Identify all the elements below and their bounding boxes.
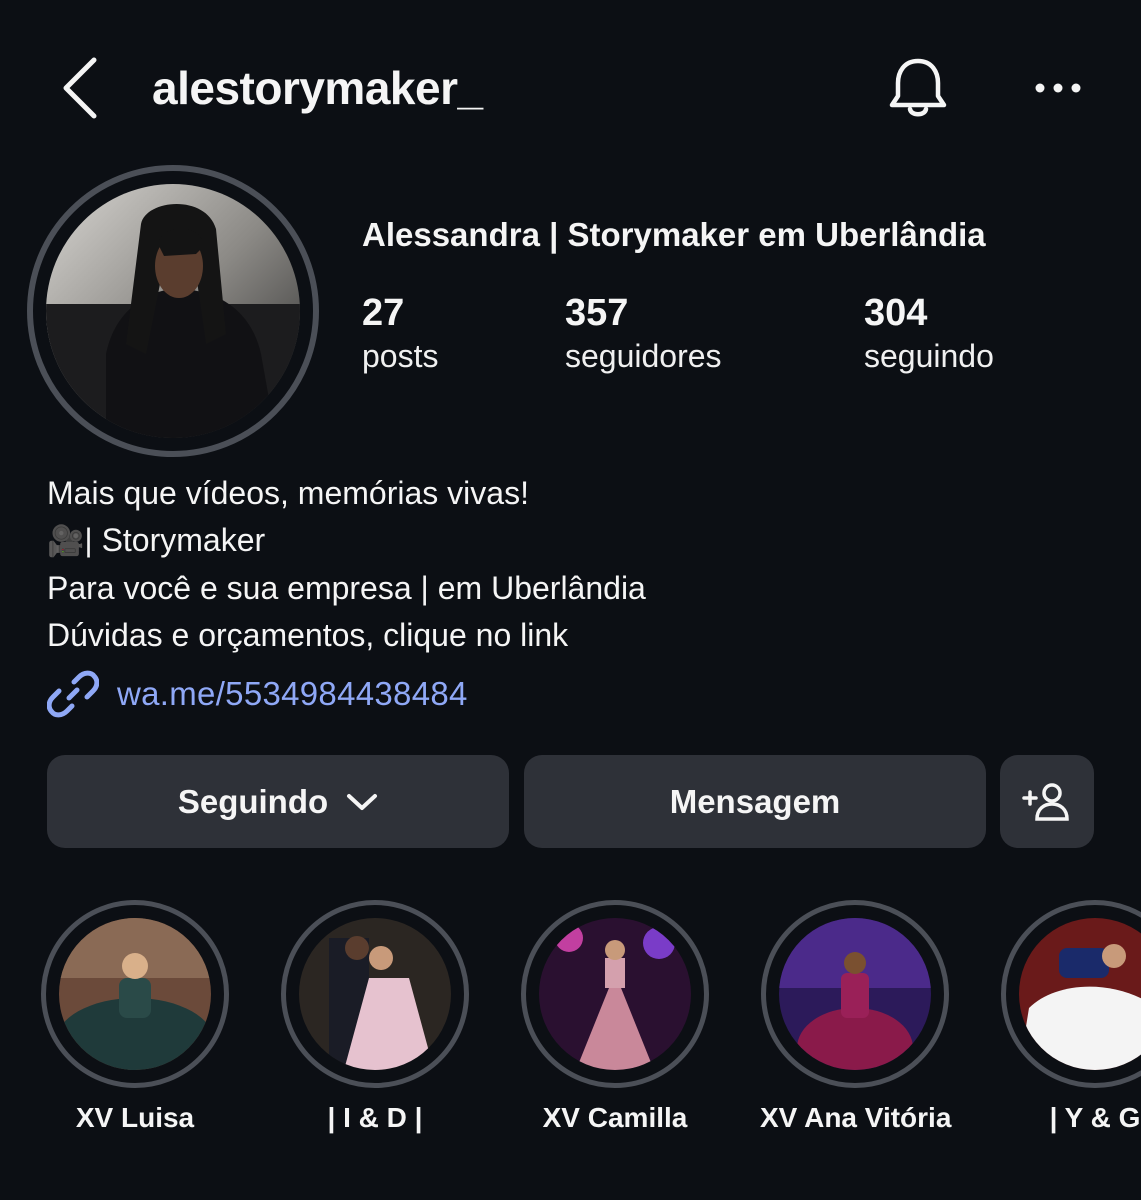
back-icon xyxy=(63,57,97,119)
highlight-2[interactable]: | I & D | xyxy=(280,900,470,1134)
highlight-5[interactable]: | Y & G xyxy=(1000,900,1141,1134)
notifications-button[interactable] xyxy=(884,56,952,124)
highlight-ring xyxy=(521,900,709,1088)
message-button-label: Mensagem xyxy=(669,782,841,820)
stat-posts-label: posts xyxy=(362,338,439,374)
profile-avatar[interactable] xyxy=(27,165,319,457)
suggested-people-button[interactable] xyxy=(1000,755,1094,848)
highlight-4[interactable]: XV Ana Vitória xyxy=(760,900,952,1134)
stat-following-count: 304 xyxy=(864,292,928,334)
link-icon xyxy=(47,670,99,718)
more-icon xyxy=(1035,83,1081,93)
add-person-icon xyxy=(1022,782,1069,821)
profile-bio: Mais que vídeos, memórias vivas! 🎥| Stor… xyxy=(47,470,646,658)
highlight-label: XV Ana Vitória xyxy=(760,1102,952,1133)
highlight-1[interactable]: XV Luisa xyxy=(40,900,230,1134)
stat-followers-count: 357 xyxy=(565,292,629,334)
bio-line-4: Dúvidas e orçamentos, clique no link xyxy=(47,616,569,653)
more-options-button[interactable] xyxy=(1030,66,1086,110)
stat-posts[interactable]: 27 posts xyxy=(362,290,438,376)
highlight-label: XV Camilla xyxy=(542,1102,688,1133)
profile-full-name: Alessandra | Storymaker em Uberlândia xyxy=(362,216,986,253)
highlight-cover xyxy=(59,918,211,1070)
video-camera-icon: 🎥 xyxy=(47,524,85,558)
back-button[interactable] xyxy=(58,56,106,120)
stat-posts-count: 27 xyxy=(362,292,405,334)
bio-line-3: Para você e sua empresa | em Uberlândia xyxy=(47,570,646,606)
avatar-photo xyxy=(46,184,300,438)
stat-followers[interactable]: 357 seguidores xyxy=(565,290,722,376)
bio-link[interactable]: wa.me/5534984438484 xyxy=(47,668,468,720)
following-button-label: Seguindo xyxy=(177,782,329,820)
following-button[interactable]: Seguindo xyxy=(47,755,509,848)
highlight-ring xyxy=(761,900,949,1088)
stat-following[interactable]: 304 seguindo xyxy=(864,290,994,376)
stat-followers-label: seguidores xyxy=(565,338,722,374)
bell-icon xyxy=(889,58,947,117)
highlight-3[interactable]: XV Camilla xyxy=(520,900,710,1134)
message-button[interactable]: Mensagem xyxy=(524,755,986,848)
highlight-cover xyxy=(539,918,691,1070)
bio-line-1: Mais que vídeos, memórias vivas! xyxy=(47,475,529,511)
highlight-cover xyxy=(1019,918,1141,1070)
bio-line-2-text: | Storymaker xyxy=(84,521,266,558)
highlight-cover xyxy=(779,918,931,1070)
highlight-ring xyxy=(281,900,469,1088)
highlight-label: | Y & G xyxy=(1049,1102,1141,1133)
highlight-label: | I & D | xyxy=(327,1102,423,1133)
chevron-down-icon xyxy=(347,793,378,810)
highlight-cover xyxy=(299,918,451,1070)
highlight-ring xyxy=(1001,900,1141,1088)
bio-link-text: wa.me/5534984438484 xyxy=(117,675,468,712)
bio-line-2: 🎥| Storymaker xyxy=(47,517,646,566)
profile-username: alestorymaker_ xyxy=(152,62,483,114)
stat-following-label: seguindo xyxy=(864,338,994,374)
highlight-label: XV Luisa xyxy=(75,1102,195,1133)
profile-page: alestorymaker_ Alessandra | Storymaker e… xyxy=(0,0,1141,1200)
highlight-ring xyxy=(41,900,229,1088)
